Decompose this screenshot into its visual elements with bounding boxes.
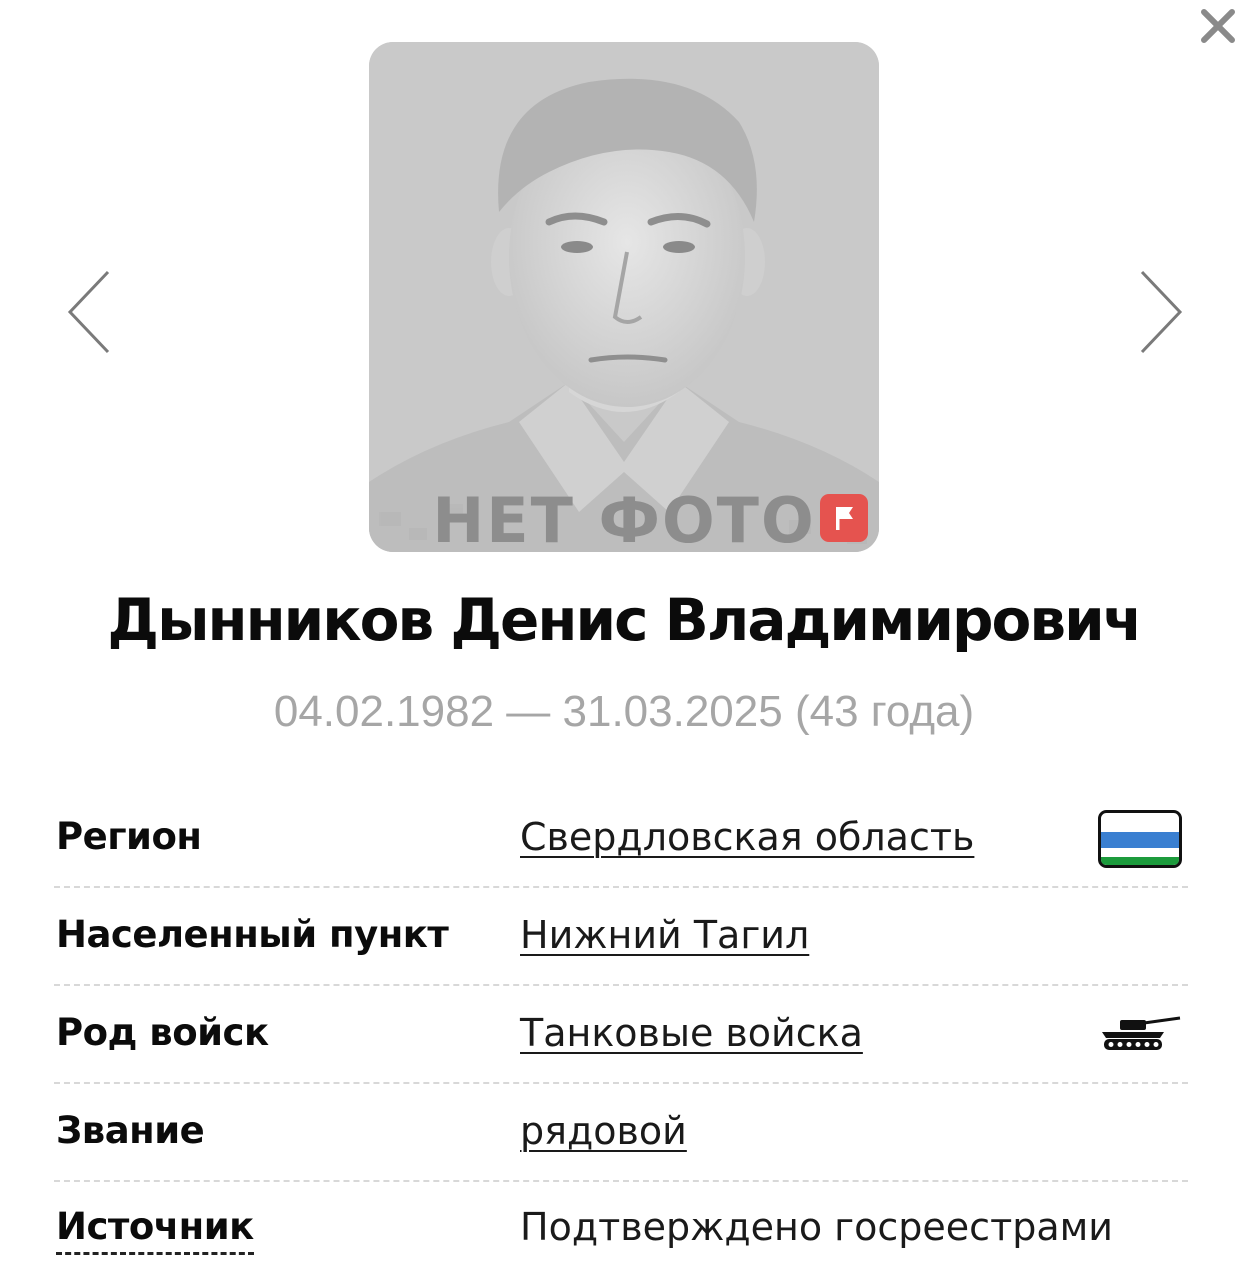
settlement-link[interactable]: Нижний Тагил [520, 912, 809, 958]
detail-row-settlement: Населенный пункт Нижний Тагил [54, 886, 1188, 986]
branch-label: Род войск [56, 1011, 269, 1054]
report-button[interactable] [820, 494, 868, 542]
close-button[interactable] [1196, 4, 1240, 48]
next-person-button[interactable] [1136, 268, 1186, 356]
tank-icon [1102, 1016, 1181, 1050]
detail-row-region: Регион Свердловская область [54, 788, 1188, 888]
previous-person-button[interactable] [64, 268, 114, 356]
portrait-silhouette [369, 42, 879, 552]
region-flag-icon [1098, 810, 1182, 868]
person-photo: НЕТ ФОТО [369, 42, 879, 552]
rank-label: Звание [56, 1109, 205, 1152]
flag-icon [836, 507, 853, 530]
region-label: Регион [56, 815, 202, 858]
settlement-label: Населенный пункт [56, 913, 449, 956]
detail-row-branch: Род войск Танковые войска [54, 984, 1188, 1084]
life-dates: 04.02.1982 — 31.03.2025 (43 года) [273, 687, 975, 736]
detail-row-rank: Звание рядовой [54, 1082, 1188, 1182]
region-link[interactable]: Свердловская область [520, 814, 974, 860]
rank-link[interactable]: рядовой [520, 1108, 687, 1154]
source-label[interactable]: Источник [56, 1204, 254, 1255]
detail-row-source: Источник Подтверждено госреестрами [54, 1180, 1188, 1278]
branch-link[interactable]: Танковые войска [520, 1010, 863, 1056]
close-icon [1201, 9, 1235, 43]
source-value: Подтверждено госреестрами [520, 1205, 1113, 1249]
no-photo-label: НЕТ ФОТО [432, 484, 816, 552]
chevron-left-icon [67, 270, 110, 354]
person-name: Дынников Денис Владимирович [107, 586, 1142, 654]
chevron-right-icon [1140, 270, 1183, 354]
